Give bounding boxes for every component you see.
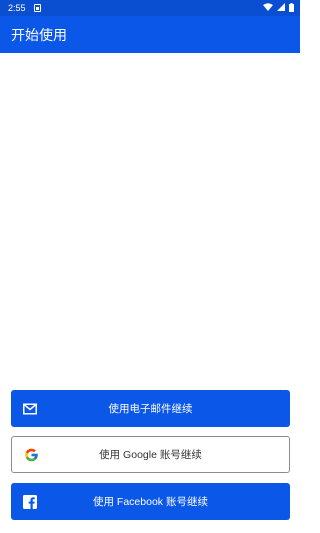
status-bar: 2:55 — [0, 0, 300, 16]
wifi-icon — [263, 3, 273, 13]
email-continue-button[interactable]: 使用电子邮件继续 — [11, 390, 290, 427]
content-area — [0, 53, 300, 387]
battery-icon — [289, 2, 294, 14]
envelope-icon — [23, 403, 37, 414]
facebook-continue-button[interactable]: 使用 Facebook 账号继续 — [11, 483, 290, 520]
notification-icon — [33, 4, 41, 12]
facebook-icon — [23, 494, 37, 509]
facebook-continue-label: 使用 Facebook 账号继续 — [93, 496, 208, 508]
google-icon — [24, 447, 39, 462]
app-bar: 开始使用 — [0, 16, 300, 53]
signal-icon — [277, 3, 285, 13]
google-continue-label: 使用 Google 账号继续 — [99, 449, 202, 461]
screen: 2:55 开始使用 使用电子邮件继续 使用 Google 账号继续 使用 Fac… — [0, 0, 300, 533]
email-continue-label: 使用电子邮件继续 — [108, 403, 193, 415]
google-continue-button[interactable]: 使用 Google 账号继续 — [11, 436, 290, 473]
page-title: 开始使用 — [11, 26, 67, 43]
status-time: 2:55 — [8, 3, 26, 13]
status-icons — [263, 2, 294, 14]
